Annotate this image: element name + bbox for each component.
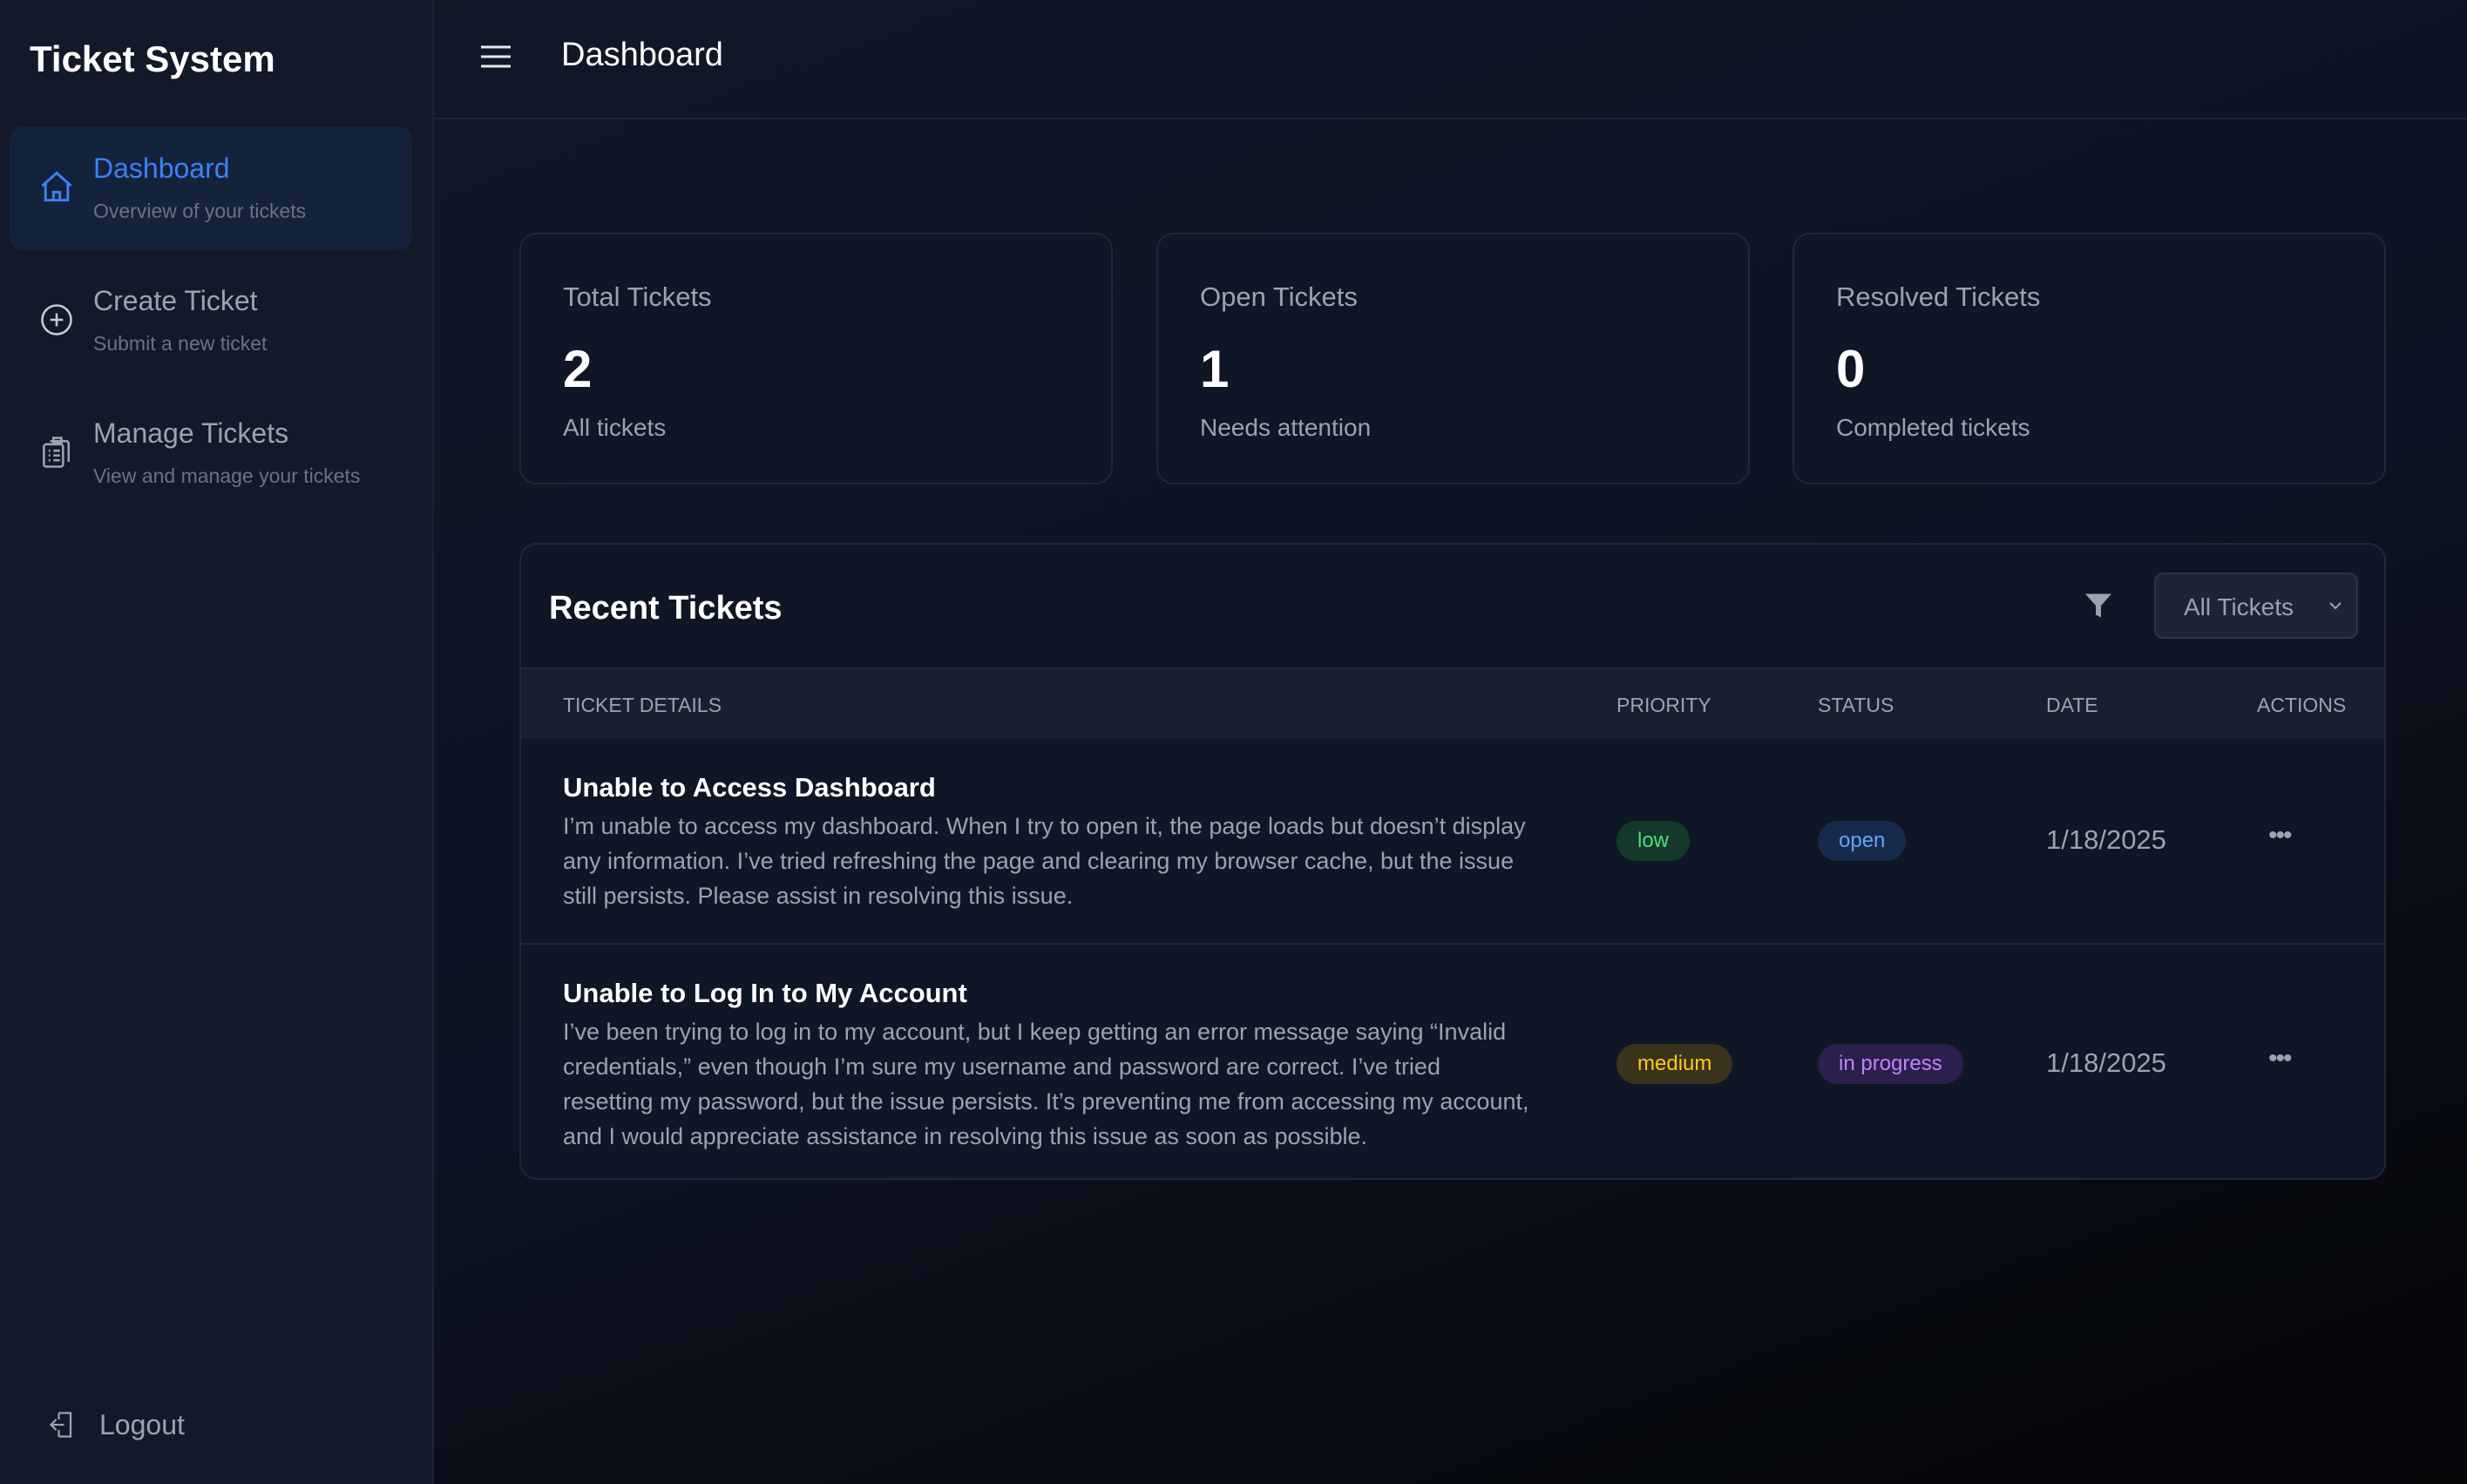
chevron-down-icon xyxy=(2329,602,2342,610)
stat-subtitle: Completed tickets xyxy=(1836,414,2030,441)
stat-card-resolved: Resolved Tickets 0 Completed tickets xyxy=(1793,233,2386,485)
table-row[interactable]: Unable to Access Dashboard I’m unable to… xyxy=(521,739,2384,943)
status-badge: in progress xyxy=(1818,1044,1963,1084)
ticket-description: I’ve been trying to log in to my account… xyxy=(563,1019,1529,1149)
logout-label: Logout xyxy=(99,1408,185,1440)
table-header: TICKET DETAILS PRIORITY STATUS DATE ACTI… xyxy=(521,667,2384,739)
sidebar-item-subtitle: View and manage your tickets xyxy=(93,464,361,487)
stat-value: 0 xyxy=(1836,340,1866,398)
hamburger-menu-icon[interactable] xyxy=(479,44,512,70)
column-header: ACTIONS xyxy=(2257,694,2347,716)
stat-subtitle: Needs attention xyxy=(1200,414,1372,441)
priority-badge: medium xyxy=(1616,1044,1733,1084)
priority-badge: low xyxy=(1616,821,1691,861)
status-badge: open xyxy=(1818,821,1907,861)
stat-title: Total Tickets xyxy=(563,281,712,312)
sidebar-item-manage-tickets[interactable]: Manage Tickets View and manage your tick… xyxy=(10,391,412,515)
sidebar-item-label: Dashboard xyxy=(93,152,230,184)
stat-card-open: Open Tickets 1 Needs attention xyxy=(1156,233,1750,485)
sidebar-item-subtitle: Submit a new ticket xyxy=(93,332,268,355)
column-header: PRIORITY xyxy=(1616,694,1711,716)
more-actions-icon[interactable]: ••• xyxy=(2268,1044,2292,1074)
ticket-title: Unable to Access Dashboard xyxy=(563,772,936,803)
column-header: DATE xyxy=(2046,694,2098,716)
stat-title: Open Tickets xyxy=(1200,281,1358,312)
ticket-date: 1/18/2025 xyxy=(2046,824,2166,855)
top-bar: Dashboard xyxy=(434,0,2467,119)
sidebar-item-dashboard[interactable]: Dashboard Overview of your tickets xyxy=(10,126,412,250)
stat-value: 1 xyxy=(1200,340,1230,398)
column-header: TICKET DETAILS xyxy=(563,694,722,716)
ticket-date: 1/18/2025 xyxy=(2046,1047,2166,1078)
home-icon xyxy=(41,171,72,202)
sidebar-item-label: Manage Tickets xyxy=(93,417,289,449)
sidebar-item-label: Create Ticket xyxy=(93,285,258,316)
stat-subtitle: All tickets xyxy=(563,414,667,441)
stat-value: 2 xyxy=(563,340,593,398)
ticket-filter-select[interactable]: All Tickets xyxy=(2154,573,2358,639)
table-row[interactable]: Unable to Log In to My Account I’ve been… xyxy=(521,943,2384,1178)
filter-icon[interactable] xyxy=(2083,590,2114,621)
page-title: Dashboard xyxy=(561,37,723,73)
logout-button[interactable]: Logout xyxy=(47,1403,185,1447)
app-title: Ticket System xyxy=(30,38,275,79)
stat-title: Resolved Tickets xyxy=(1836,281,2041,312)
select-value: All Tickets xyxy=(2184,593,2294,620)
column-header: STATUS xyxy=(1818,694,1894,716)
logout-icon xyxy=(49,1412,72,1438)
ticket-title: Unable to Log In to My Account xyxy=(563,978,967,1008)
sidebar-item-subtitle: Overview of your tickets xyxy=(93,200,307,222)
sidebar-item-create-ticket[interactable]: Create Ticket Submit a new ticket xyxy=(10,259,412,383)
clipboard-icon xyxy=(43,437,71,468)
more-actions-icon[interactable]: ••• xyxy=(2268,821,2292,850)
panel-title: Recent Tickets xyxy=(549,590,783,627)
sidebar: Ticket System Dashboard Overview of your… xyxy=(0,0,434,1484)
plus-circle-icon xyxy=(41,304,72,335)
ticket-description: I’m unable to access my dashboard. When … xyxy=(563,813,1526,909)
recent-tickets-panel: Recent Tickets All Tickets TICKET DETAIL… xyxy=(519,543,2386,1180)
stat-card-total: Total Tickets 2 All tickets xyxy=(519,233,1113,485)
